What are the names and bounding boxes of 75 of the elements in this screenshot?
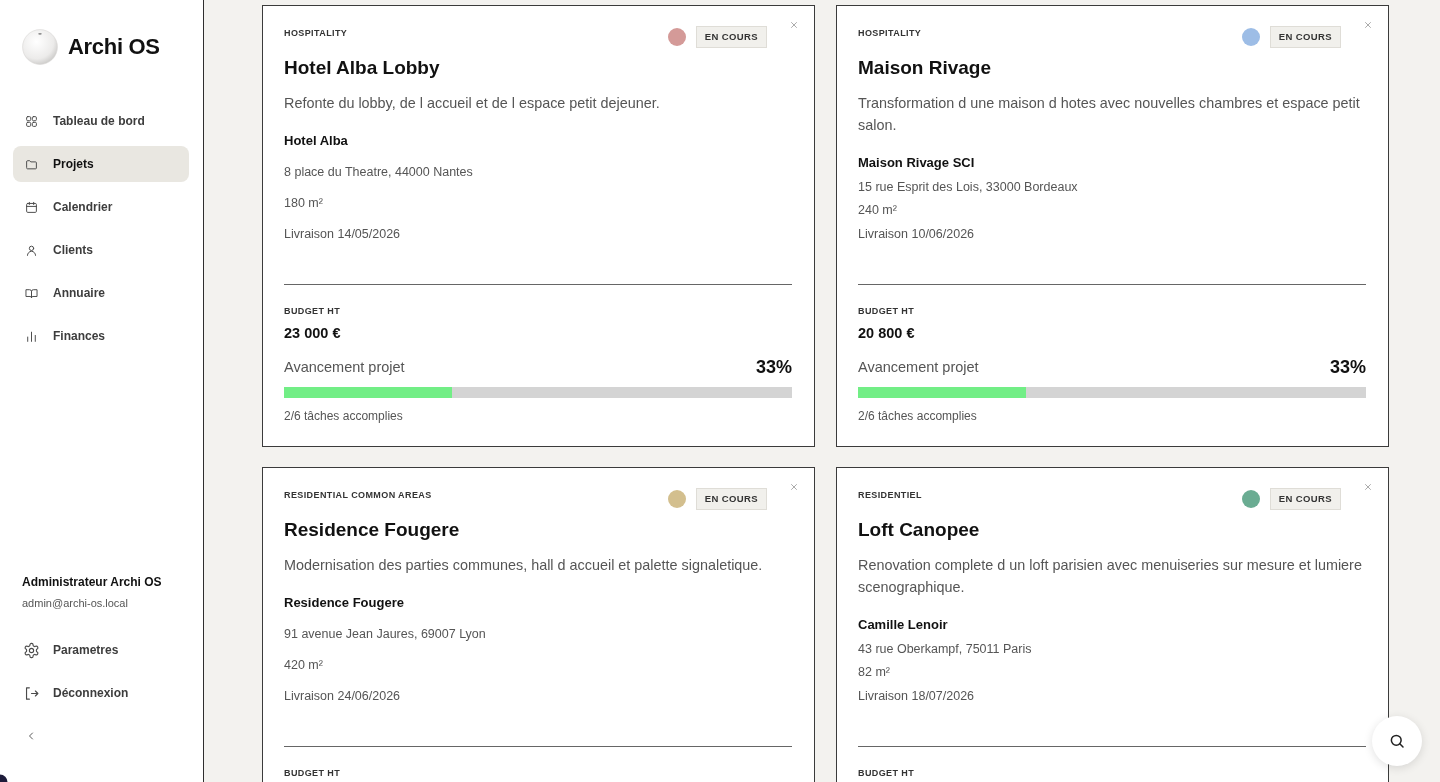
- nav-item[interactable]: Projets: [13, 146, 189, 182]
- close-icon: [789, 482, 799, 492]
- project-title: Residence Fougere: [284, 518, 461, 542]
- client-name: Residence Fougere: [284, 594, 405, 612]
- indicator-icon[interactable]: [0, 774, 8, 782]
- project-category: HOSPITALITY: [858, 27, 923, 39]
- nav-item[interactable]: Calendrier: [13, 189, 189, 225]
- project-description: Refonte du lobby, de l accueil et de l espace petit dejeuner.: [284, 94, 661, 113]
- project-address: 43 rue Oberkampf, 75011 Paris: [858, 640, 1033, 658]
- close-button[interactable]: [1362, 19, 1374, 31]
- delivery-date: Livraison 24/06/2026: [284, 688, 402, 705]
- project-area: 82 m²: [858, 662, 1366, 683]
- status-tag: EN COURS: [695, 488, 767, 510]
- nav-item[interactable]: Clients: [13, 232, 189, 268]
- close-icon: [1363, 20, 1373, 30]
- project-title: Hotel Alba Lobby: [284, 56, 441, 80]
- budget-amount: 20 800 €: [858, 324, 916, 342]
- project-address: 15 rue Esprit des Lois, 33000 Bordeaux: [858, 178, 1079, 196]
- logo-icon: [22, 29, 58, 65]
- project-description: Transformation d une maison d hotes avec nouvelles chambres et espace petit salon.: [858, 94, 1361, 135]
- progress-label: Avancement projet: [284, 358, 405, 377]
- sidebar-action[interactable]: Parametres: [13, 632, 189, 668]
- project-category: RESIDENTIAL COMMON AREAS: [284, 489, 433, 501]
- close-button[interactable]: [788, 481, 800, 493]
- search-icon: [1388, 732, 1406, 750]
- folder-icon: [25, 157, 38, 171]
- user-email: admin@archi-os.local: [22, 596, 129, 610]
- delivery-date: Livraison 10/06/2026: [858, 225, 976, 243]
- project-address: 91 avenue Jean Jaures, 69007 Lyon: [284, 626, 487, 643]
- project-category: RESIDENTIEL: [858, 489, 923, 501]
- close-button[interactable]: [1362, 481, 1374, 493]
- person-icon: [25, 243, 38, 257]
- close-button[interactable]: [788, 19, 800, 31]
- calendar-icon: [25, 200, 38, 214]
- project-title: Loft Canopee: [858, 518, 981, 542]
- budget-label: BUDGET HT: [284, 768, 342, 779]
- budget-amount: 23 000 €: [284, 324, 342, 342]
- sidebar-action[interactable]: Déconnexion: [13, 675, 189, 711]
- tasks-count: 2/6 tâches accomplies: [284, 408, 404, 424]
- project-category: HOSPITALITY: [284, 27, 349, 39]
- logout-icon: [23, 684, 40, 702]
- status-tag: EN COURS: [1269, 26, 1341, 48]
- app-name: Archi OS: [68, 33, 160, 61]
- status-tag: EN COURS: [1269, 488, 1341, 510]
- bar-chart-icon: [25, 329, 38, 343]
- delivery-date: Livraison 18/07/2026: [858, 687, 976, 705]
- tasks-count: 2/6 tâches accomplies: [858, 408, 978, 424]
- project-description: Modernisation des parties communes, hall d accueil et palette signaletique.: [284, 556, 764, 575]
- book-icon: [25, 286, 38, 300]
- progress-percent: 33%: [755, 356, 792, 378]
- status-tag: EN COURS: [695, 26, 767, 48]
- delivery-date: Livraison 14/05/2026: [284, 226, 402, 243]
- budget-label: BUDGET HT: [284, 306, 342, 317]
- search-button[interactable]: [1372, 716, 1422, 766]
- project-area: 240 m²: [858, 200, 1366, 221]
- progress-label: Avancement projet: [858, 358, 979, 377]
- progress-percent: 33%: [1329, 356, 1366, 378]
- close-icon: [789, 20, 799, 30]
- budget-label: BUDGET HT: [858, 306, 916, 317]
- project-area: 180 m²: [284, 193, 792, 213]
- project-area: 420 m²: [284, 655, 792, 675]
- client-name: Hotel Alba: [284, 132, 349, 150]
- project-title: Maison Rivage: [858, 56, 993, 80]
- project-description: Renovation complete d un loft parisien avec menuiseries sur mesure et lumiere scenographique.: [858, 556, 1363, 597]
- budget-label: BUDGET HT: [858, 768, 916, 779]
- close-icon: [1363, 482, 1373, 492]
- nav-item[interactable]: Annuaire: [13, 275, 189, 311]
- client-name: Camille Lenoir: [858, 616, 949, 634]
- user-name: Administrateur Archi OS: [22, 574, 163, 590]
- nav-item[interactable]: Tableau de bord: [13, 103, 189, 139]
- project-address: 8 place du Theatre, 44000 Nantes: [284, 164, 474, 181]
- grid-icon: [25, 114, 38, 128]
- settings-icon: [23, 641, 40, 659]
- client-name: Maison Rivage SCI: [858, 154, 976, 172]
- nav-item[interactable]: Finances: [13, 318, 189, 354]
